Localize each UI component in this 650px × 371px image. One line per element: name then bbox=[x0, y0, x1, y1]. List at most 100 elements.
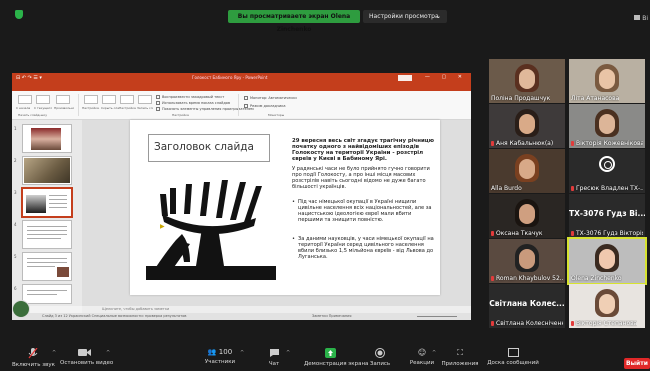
thumbnail-text-line bbox=[27, 226, 67, 227]
apps-button[interactable]: ⛶ Приложения bbox=[440, 348, 480, 367]
participant-tile[interactable]: Alla Burdo bbox=[489, 149, 565, 193]
participant-tile[interactable]: Поліна Продашчук bbox=[489, 59, 565, 103]
whiteboard-icon bbox=[507, 348, 519, 357]
checkbox-label: Использовать время показа слайдов bbox=[162, 101, 231, 105]
sign-in-button[interactable] bbox=[398, 75, 412, 81]
ribbon-label-record: Запись слайд-шоу bbox=[137, 106, 153, 110]
checkbox-timings[interactable]: Использовать время показа слайдов bbox=[156, 101, 230, 105]
slide-thumbnail[interactable] bbox=[22, 124, 72, 153]
caret-up-icon[interactable]: ^ bbox=[106, 350, 110, 356]
title-placeholder[interactable]: Заголовок слайда bbox=[148, 134, 270, 162]
reactions-button[interactable]: ☺ Реакции ^ bbox=[408, 348, 436, 366]
participant-tile[interactable]: Літа Атанасова bbox=[569, 59, 645, 103]
participant-tile[interactable]: Гресюк Владлен ТХ-... bbox=[569, 149, 645, 193]
leave-meeting-button[interactable]: Выйти bbox=[624, 358, 650, 369]
shared-screen: ⊟ ↶ ↷ ☰ ▾ Голокост Бабиного Яру - PowerP… bbox=[12, 73, 471, 320]
participant-tile[interactable]: Olena Zinchenko bbox=[567, 237, 647, 285]
slide-bullet: Під час німецької окупації в Україні нищ… bbox=[292, 199, 434, 224]
thumbnail-text-line bbox=[49, 199, 67, 200]
participant-name: ТХ-3076 Гудз Вікторія bbox=[571, 230, 643, 237]
muted-mic-icon bbox=[491, 231, 494, 236]
hide-slide-button[interactable] bbox=[102, 95, 116, 104]
sharing-banner: Вы просматриваете экран Olena Zinchenko bbox=[228, 10, 360, 33]
presenter-avatar bbox=[12, 300, 30, 318]
participant-name-text: Поліна Продашчук bbox=[491, 95, 551, 102]
quick-access-toolbar[interactable]: ⊟ ↶ ↷ ☰ ▾ bbox=[16, 75, 42, 81]
caret-up-icon[interactable]: ^ bbox=[52, 350, 56, 356]
thumbnail-text-line bbox=[27, 230, 67, 231]
security-shield-icon[interactable] bbox=[15, 10, 23, 19]
participant-name: Аня Кабальнюк(а) bbox=[491, 140, 553, 147]
participant-name: Оксана Ткачук bbox=[491, 230, 543, 237]
ribbon-group-monitors: Мониторы bbox=[268, 113, 285, 117]
setup-show-button[interactable] bbox=[84, 95, 98, 104]
participant-name-text: Аня Кабальнюк(а) bbox=[496, 140, 554, 147]
participants-button[interactable]: 👥 100 Участники ^ bbox=[200, 348, 244, 365]
monitor-select[interactable]: Монитор: Автоматически bbox=[244, 96, 297, 100]
checkbox-label: Показать элементы управления проигрывате… bbox=[162, 107, 254, 111]
muted-mic-icon bbox=[571, 321, 574, 326]
unmute-label: Включить звук bbox=[12, 362, 56, 368]
view-toggle-button[interactable]: Ві bbox=[634, 15, 648, 22]
slide-thumbnail[interactable] bbox=[22, 284, 72, 304]
rehearse-timings-button[interactable] bbox=[120, 95, 134, 104]
record-icon bbox=[375, 348, 385, 358]
view-toggle-label: Ві bbox=[642, 15, 648, 22]
window-controls[interactable]: — ▢ ✕ bbox=[425, 74, 467, 80]
share-screen-button[interactable]: Демонстрация экрана bbox=[304, 348, 368, 367]
from-beginning-button[interactable] bbox=[18, 95, 32, 104]
participant-name-text: Гресюк Владлен ТХ-... bbox=[576, 185, 643, 192]
current-slide[interactable]: Заголовок слайда ▶ 29 вересня весь світ … bbox=[130, 120, 440, 295]
thumbnail-image bbox=[26, 195, 46, 213]
whiteboard-button[interactable]: Доска сообщений bbox=[486, 348, 540, 366]
caret-up-icon[interactable]: ^ bbox=[240, 350, 244, 356]
chat-button[interactable]: Чат ^ bbox=[262, 348, 290, 367]
slide-thumbnail-selected[interactable] bbox=[21, 187, 73, 218]
checkbox-presenter-view[interactable]: Режим докладчика bbox=[244, 104, 286, 108]
thumbnail-text-line bbox=[27, 234, 67, 235]
status-slide-info: Слайд 3 из 12 Украинский Специальные воз… bbox=[42, 314, 187, 318]
record-show-button[interactable] bbox=[138, 95, 152, 104]
participant-tile[interactable]: Аня Кабальнюк(а) bbox=[489, 104, 565, 148]
thumbnail-text-line bbox=[49, 195, 67, 196]
notes-placeholder: Щелкните, чтобы добавить заметки bbox=[102, 307, 170, 311]
custom-show-button[interactable] bbox=[56, 95, 70, 104]
thumbnail-number: 5 bbox=[14, 254, 17, 259]
thumbnail-image bbox=[24, 158, 70, 183]
participant-tile[interactable]: Вікторія Степанова bbox=[569, 284, 645, 328]
participant-name: Гресюк Владлен ТХ-... bbox=[571, 185, 643, 192]
ribbon-label-from-current: С текущего слайда bbox=[34, 106, 52, 110]
participant-tile[interactable]: Оксана Ткачук bbox=[489, 194, 565, 238]
stop-video-label: Остановить видео bbox=[60, 360, 114, 366]
from-current-button[interactable] bbox=[36, 95, 50, 104]
slide-thumbnail[interactable] bbox=[22, 252, 72, 281]
zoom-slider[interactable] bbox=[417, 316, 457, 317]
checkbox-narration[interactable]: Воспроизвести закадровый текст bbox=[156, 95, 224, 99]
caret-up-icon[interactable]: ^ bbox=[286, 350, 290, 356]
ribbon-tabs: ФайлГлавнаяВставкаКонструкторПереходыАни… bbox=[12, 83, 471, 101]
thumbnail-number: 2 bbox=[14, 158, 17, 163]
ribbon-separator bbox=[78, 94, 79, 116]
checkbox-box bbox=[156, 107, 160, 111]
record-button[interactable]: Запись bbox=[368, 348, 392, 367]
slide-thumbnail[interactable] bbox=[22, 156, 72, 185]
checkbox-controls[interactable]: Показать элементы управления проигрывате… bbox=[156, 107, 254, 111]
participant-name-text: Olena Zinchenko bbox=[571, 275, 622, 282]
monitor-icon bbox=[244, 96, 248, 100]
unmute-button[interactable]: Включить звук ^ bbox=[12, 348, 56, 368]
view-options-button[interactable]: Настройки просмотра ⌄ bbox=[363, 10, 447, 23]
notes-pane[interactable]: Щелкните, чтобы добавить заметки bbox=[82, 306, 471, 313]
participant-tile[interactable]: Світлана Колес... Світлана Колесніченко bbox=[489, 284, 565, 328]
slide-thumbnail[interactable] bbox=[22, 220, 72, 249]
participant-name-text: Вікторія Кожевнікова bbox=[576, 140, 643, 147]
participant-name-text: Вікторія Степанова bbox=[576, 320, 638, 327]
caret-up-icon[interactable]: ^ bbox=[432, 350, 436, 356]
participant-tile[interactable]: Вікторія Кожевнікова bbox=[569, 104, 645, 148]
participant-name: Вікторія Кожевнікова bbox=[571, 140, 643, 147]
status-notes-buttons[interactable]: Заметки Примечания bbox=[312, 314, 352, 318]
stop-video-button[interactable]: Остановить видео ^ bbox=[60, 348, 114, 366]
participant-tile[interactable]: Roman Khaybulov 52... bbox=[489, 239, 565, 283]
participant-name: Olena Zinchenko bbox=[571, 275, 622, 282]
participant-name: Світлана Колесніченко bbox=[491, 320, 563, 327]
participant-tile[interactable]: ТХ-3076 Гудз Ві... ТХ-3076 Гудз Вікторія bbox=[569, 194, 645, 238]
